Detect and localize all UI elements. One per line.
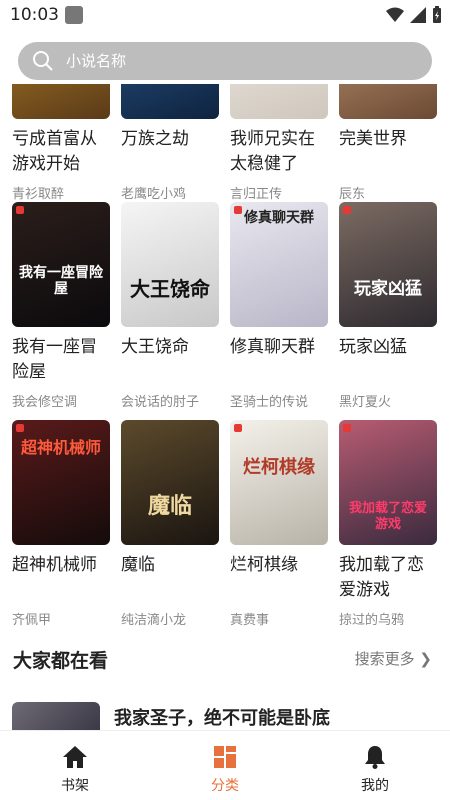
book-title[interactable]: 我师兄实在太稳健了 [230, 127, 328, 177]
book-row: 超神机械师 超神机械师 齐佩甲 魔临 魔临 纯洁滴小龙 烂柯棋缘 烂柯棋缘 真费… [0, 420, 450, 630]
book-cover[interactable]: 玩家凶猛 [339, 202, 437, 327]
book-author: 青衫取醉 [12, 187, 65, 202]
book-card[interactable]: 大王饶命 大王饶命 会说话的肘子 [121, 202, 219, 410]
search-area [0, 32, 450, 84]
book-title[interactable]: 烂柯棋缘 [230, 553, 328, 603]
search-input[interactable] [66, 46, 406, 76]
book-title[interactable]: 亏成首富从游戏开始 [12, 127, 110, 177]
book-title[interactable]: 我有一座冒险屋 [12, 335, 110, 385]
book-card[interactable]: 我加载了恋爱游戏 我加载了恋爱游戏 掠过的乌鸦 [339, 420, 437, 628]
featured-cover[interactable] [12, 702, 100, 730]
book-title[interactable]: 魔临 [121, 553, 219, 603]
book-author: 真费事 [230, 613, 270, 628]
book-author: 会说话的肘子 [121, 395, 200, 410]
featured-book[interactable]: 我家圣子，绝不可能是卧底 [0, 700, 450, 730]
book-cover[interactable]: 超神机械师 [12, 420, 110, 545]
book-cover[interactable]: 我有一座冒险屋 [12, 202, 110, 327]
book-title[interactable]: 超神机械师 [12, 553, 110, 603]
book-card[interactable]: 玩家凶猛 玩家凶猛 黑灯夏火 [339, 202, 437, 410]
tab-label: 分类 [211, 778, 239, 794]
battery-icon [433, 6, 441, 23]
cover-title: 我加载了恋爱游戏 [348, 501, 427, 532]
notification-icon [65, 6, 83, 24]
publisher-badge [343, 424, 351, 432]
book-cover[interactable]: 我加载了恋爱游戏 [339, 420, 437, 545]
book-author: 黑灯夏火 [339, 395, 392, 410]
publisher-badge [16, 424, 24, 432]
section-title: 大家都在看 [13, 650, 109, 672]
book-author: 言归正传 [230, 187, 283, 202]
category-icon [214, 746, 236, 768]
tab-label: 我的 [361, 778, 389, 794]
book-author: 辰东 [339, 187, 366, 202]
cover-title: 魔临 [147, 494, 192, 519]
book-author: 齐佩甲 [12, 613, 52, 628]
status-time: 10:03 [10, 5, 59, 25]
featured-title[interactable]: 我家圣子，绝不可能是卧底 [114, 704, 330, 730]
cover-title: 玩家凶猛 [354, 279, 422, 299]
book-title[interactable]: 完美世界 [339, 127, 437, 177]
system-indicators [386, 6, 442, 24]
search-icon [33, 51, 53, 71]
book-cover[interactable]: 魔临 [121, 420, 219, 545]
book-author: 圣骑士的传说 [230, 395, 309, 410]
book-grid: 亏成首富从游戏开始 青衫取醉 万族之劫 老鹰吃小鸡 我师兄实在太稳健了 言归正传… [0, 0, 450, 730]
book-author: 纯洁滴小龙 [121, 613, 187, 628]
book-title[interactable]: 我加载了恋爱游戏 [339, 553, 437, 603]
publisher-badge [234, 424, 242, 432]
cover-title: 修真聊天群 [244, 210, 314, 226]
book-title[interactable]: 修真聊天群 [230, 335, 328, 385]
book-title[interactable]: 大王饶命 [121, 335, 219, 385]
book-cover[interactable]: 大王饶命 [121, 202, 219, 327]
cover-title: 大王饶命 [130, 277, 210, 301]
tab-profile[interactable]: 我的 [300, 731, 450, 800]
wifi-icon [386, 7, 404, 22]
book-title[interactable]: 玩家凶猛 [339, 335, 437, 385]
book-card[interactable]: 我有一座冒险屋 我有一座冒险屋 我会修空调 [12, 202, 110, 410]
book-author: 掠过的乌鸦 [339, 613, 405, 628]
publisher-badge [343, 206, 351, 214]
cover-title: 我有一座冒险屋 [19, 265, 103, 297]
search-more-link[interactable]: 搜索更多 ❯ [355, 648, 432, 669]
book-cover[interactable]: 修真聊天群 [230, 202, 328, 327]
book-author: 老鹰吃小鸡 [121, 187, 187, 202]
book-row: 我有一座冒险屋 我有一座冒险屋 我会修空调 大王饶命 大王饶命 会说话的肘子 修… [0, 202, 450, 412]
cover-title: 烂柯棋缘 [243, 457, 315, 478]
home-icon [63, 746, 87, 768]
status-bar: 10:03 [0, 0, 450, 32]
book-author: 我会修空调 [12, 395, 78, 410]
signal-icon [410, 7, 426, 23]
bottom-nav: 书架 分类 我的 [0, 730, 450, 800]
bell-icon [365, 746, 385, 769]
search-bar[interactable] [18, 42, 432, 80]
book-cover[interactable]: 烂柯棋缘 [230, 420, 328, 545]
book-title[interactable]: 万族之劫 [121, 127, 219, 177]
tab-bookshelf[interactable]: 书架 [0, 731, 150, 800]
book-card[interactable]: 烂柯棋缘 烂柯棋缘 真费事 [230, 420, 328, 628]
cover-title: 超神机械师 [20, 438, 101, 457]
tab-label: 书架 [61, 778, 89, 794]
book-card[interactable]: 魔临 魔临 纯洁滴小龙 [121, 420, 219, 628]
book-card[interactable]: 修真聊天群 修真聊天群 圣骑士的传说 [230, 202, 328, 410]
book-card[interactable]: 超神机械师 超神机械师 齐佩甲 [12, 420, 110, 628]
tab-category[interactable]: 分类 [150, 731, 300, 800]
publisher-badge [16, 206, 24, 214]
section-header: 大家都在看 搜索更多 ❯ [0, 640, 450, 680]
